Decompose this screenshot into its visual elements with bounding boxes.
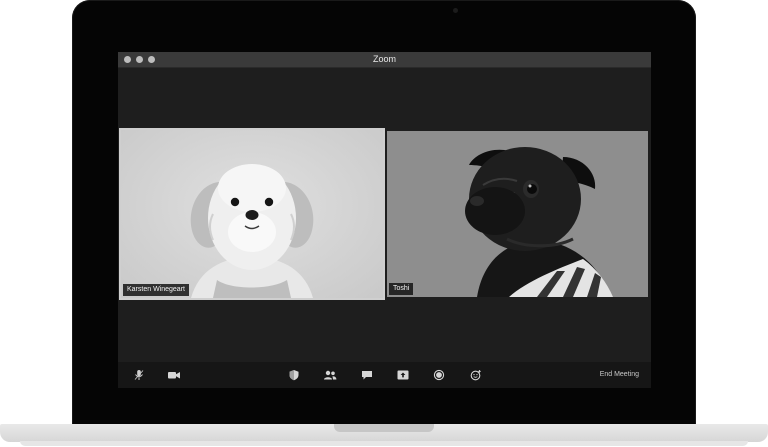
record-icon	[433, 369, 445, 381]
participants-icon	[324, 370, 337, 380]
share-screen-icon	[397, 370, 409, 380]
participant-video-feed	[190, 164, 314, 298]
security-button[interactable]	[287, 369, 301, 381]
participant-video-feed	[465, 147, 613, 297]
video-camera-icon	[168, 372, 180, 379]
chat-button[interactable]	[360, 369, 374, 381]
record-button[interactable]	[432, 369, 446, 381]
zoom-window: Zoom Karsten Winegeart Toshi End Meeting	[118, 52, 651, 388]
meeting-toolbar: End Meeting	[118, 362, 651, 388]
participant-video-tile[interactable]: Karsten Winegeart	[119, 128, 385, 300]
share-screen-button[interactable]	[396, 369, 410, 381]
laptop-foot	[20, 441, 748, 446]
security-shield-icon	[289, 370, 299, 381]
scene: Zoom Karsten Winegeart Toshi End Meeting	[0, 0, 768, 447]
mute-button[interactable]	[132, 369, 146, 381]
reactions-button[interactable]	[469, 369, 483, 381]
laptop-opening-notch	[334, 424, 434, 432]
reactions-icon	[470, 370, 481, 381]
participant-name-label: Toshi	[389, 283, 414, 295]
participants-button[interactable]	[323, 369, 337, 381]
microphone-icon	[134, 370, 144, 380]
window-titlebar[interactable]: Zoom	[118, 52, 651, 68]
start-video-button[interactable]	[167, 369, 181, 381]
participant-name-label: Karsten Winegeart	[123, 284, 189, 296]
window-title: Zoom	[372, 54, 396, 64]
chat-icon	[362, 371, 372, 380]
end-meeting-button[interactable]: End Meeting	[600, 370, 639, 380]
participant-video-tile[interactable]: Toshi	[387, 131, 648, 297]
webcam-icon	[453, 8, 458, 13]
